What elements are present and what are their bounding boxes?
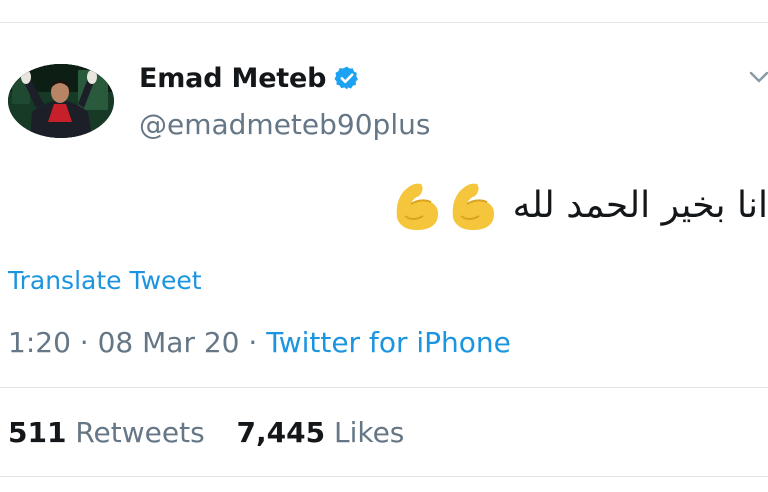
avatar-photo bbox=[8, 64, 114, 138]
flexed-biceps-emoji-icon bbox=[452, 183, 494, 230]
top-divider bbox=[0, 22, 768, 23]
tweet-body: انا بخير الحمد لله bbox=[391, 178, 768, 232]
avatar[interactable] bbox=[8, 64, 114, 138]
meta-separator: · bbox=[248, 326, 258, 359]
retweets-stat[interactable]: 511 Retweets bbox=[8, 416, 205, 449]
retweets-count: 511 bbox=[8, 416, 67, 449]
tweet-text: انا بخير الحمد لله bbox=[512, 184, 768, 226]
author-handle[interactable]: @emadmeteb90plus bbox=[139, 108, 430, 141]
likes-stat[interactable]: 7,445 Likes bbox=[237, 416, 405, 449]
tweet-date[interactable]: 08 Mar 20 bbox=[98, 326, 240, 359]
likes-label: Likes bbox=[333, 416, 405, 449]
flexed-biceps-emoji-icon bbox=[396, 183, 438, 230]
retweets-label: Retweets bbox=[75, 416, 205, 449]
translate-tweet-link[interactable]: Translate Tweet bbox=[8, 266, 202, 295]
stats-divider bbox=[0, 476, 768, 477]
author-name-row[interactable]: Emad Meteb bbox=[139, 58, 360, 98]
chevron-down-icon[interactable] bbox=[748, 66, 768, 88]
tweet-meta: 1:20 · 08 Mar 20 · Twitter for iPhone bbox=[8, 326, 511, 359]
tweet-source-link[interactable]: Twitter for iPhone bbox=[266, 326, 511, 359]
likes-count: 7,445 bbox=[236, 416, 326, 449]
tweet-time[interactable]: 1:20 bbox=[8, 326, 71, 359]
meta-divider bbox=[0, 387, 768, 388]
verified-badge-icon bbox=[334, 66, 359, 90]
author-name[interactable]: Emad Meteb bbox=[139, 63, 326, 94]
tweet-stats: 511 Retweets 7,445 Likes bbox=[8, 416, 404, 449]
meta-separator: · bbox=[79, 326, 89, 359]
